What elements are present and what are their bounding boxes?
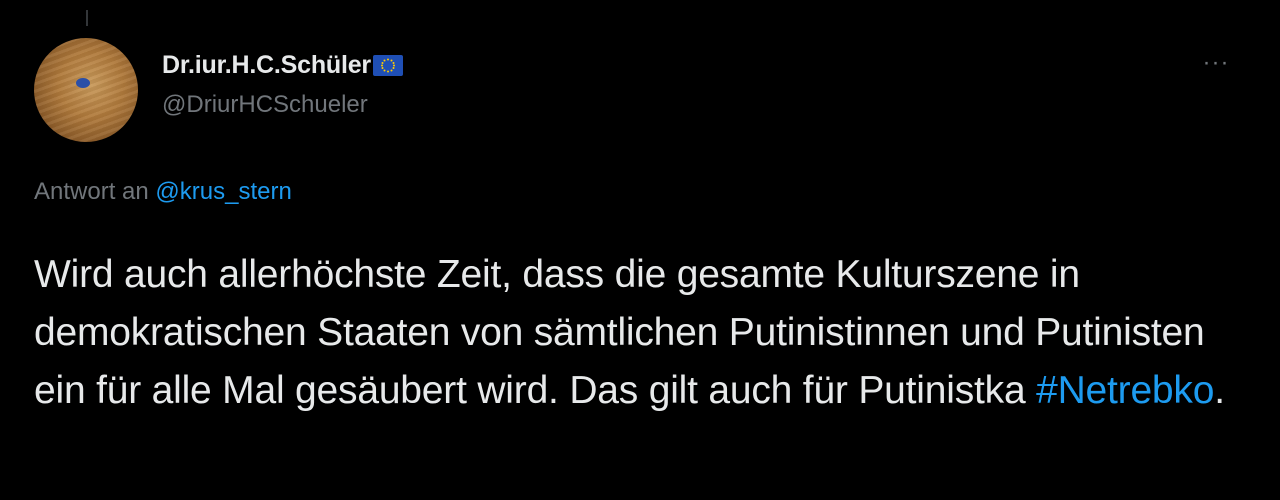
author-display-name[interactable]: Dr.iur.H.C.Schüler — [162, 51, 371, 80]
hashtag-link[interactable]: #Netrebko — [1036, 369, 1214, 412]
author-avatar[interactable] — [34, 38, 138, 142]
eu-flag-icon — [372, 54, 403, 76]
author-handle[interactable]: @DriurHCSchueler — [162, 91, 368, 119]
avatar-texture — [34, 38, 138, 142]
more-options-icon[interactable]: ··· — [1196, 48, 1236, 78]
author-name-row[interactable]: Dr.iur.H.C.Schüler — [162, 50, 403, 80]
reply-to-line: Antwort an @krus_stern — [34, 178, 292, 206]
avatar-detail — [76, 78, 90, 88]
tweet-body: Wird auch allerhöchste Zeit, dass die ge… — [34, 246, 1254, 420]
reply-prefix: Antwort an — [34, 178, 156, 205]
tweet-text: Wird auch allerhöchste Zeit, dass die ge… — [34, 253, 1205, 412]
tweet-text-end: . — [1214, 369, 1225, 412]
reply-mention-link[interactable]: @krus_stern — [155, 178, 291, 205]
thread-connector-line — [86, 10, 88, 26]
